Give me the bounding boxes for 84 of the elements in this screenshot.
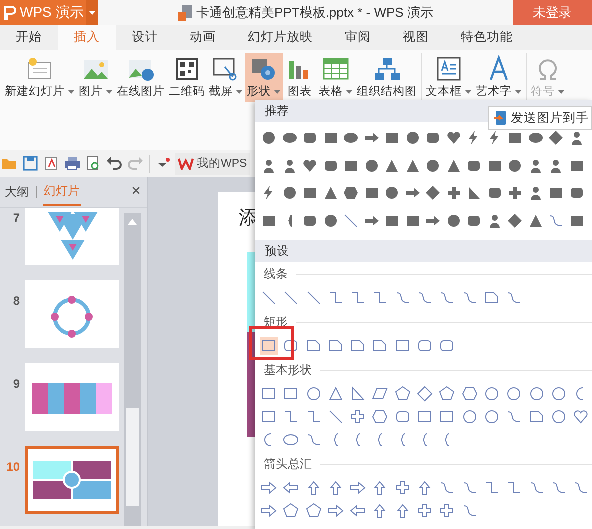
shape-icon[interactable]: [506, 212, 524, 230]
file-icon: [178, 4, 192, 20]
ribbon-tab[interactable]: 审阅: [329, 25, 387, 50]
wordart-button[interactable]: 艺术字: [474, 53, 524, 102]
shape-icon[interactable]: [438, 385, 456, 403]
shape-icon[interactable]: [547, 129, 565, 147]
ribbon-tab[interactable]: 设计: [116, 25, 174, 50]
shape-icon[interactable]: [304, 385, 323, 403]
shape-icon[interactable]: [394, 479, 412, 497]
shape-icon[interactable]: [349, 408, 368, 426]
shape-icon[interactable]: [282, 502, 300, 520]
ribbon-tab[interactable]: 动画: [174, 25, 232, 50]
shape-icon[interactable]: [460, 408, 479, 426]
shape-icon[interactable]: [342, 184, 360, 202]
shape-icon[interactable]: [304, 502, 323, 520]
ribbon-tab[interactable]: 开始: [0, 25, 58, 50]
slide-thumbnail[interactable]: [25, 446, 119, 514]
slide-number: 8: [12, 294, 20, 308]
shape-icon[interactable]: [349, 502, 368, 520]
phone-icon: [494, 110, 507, 126]
shape-icon[interactable]: [349, 479, 368, 497]
shape-icon[interactable]: [505, 385, 524, 403]
ribbon-tab[interactable]: 视图: [387, 25, 445, 50]
print-icon[interactable]: [63, 154, 82, 173]
shape-icon[interactable]: [260, 289, 278, 307]
shape-icon[interactable]: [416, 385, 434, 403]
close-button[interactable]: ×: [132, 183, 141, 201]
org-icon: [372, 55, 402, 83]
shape-icon[interactable]: [383, 184, 401, 202]
slide-number: 7: [12, 211, 20, 225]
shape-icon[interactable]: [550, 408, 568, 426]
shape-icon[interactable]: [304, 289, 323, 307]
category-label: 线条: [264, 266, 288, 283]
shape-icon[interactable]: [438, 502, 456, 520]
shape-icon[interactable]: [482, 385, 501, 403]
ribbon-tab[interactable]: 特色功能: [445, 25, 529, 50]
shape-icon[interactable]: [394, 385, 412, 403]
slide-thumbnail[interactable]: [25, 363, 119, 431]
picture-button[interactable]: 图片: [77, 53, 115, 102]
shape-icon[interactable]: [572, 408, 590, 426]
highlight-box: [249, 326, 294, 360]
screenshot-button[interactable]: 截屏: [207, 53, 245, 102]
slide-number: 10: [6, 460, 20, 474]
shape-icon[interactable]: [416, 502, 434, 520]
chart-button[interactable]: 图表: [283, 53, 317, 102]
qr-button[interactable]: 二维码: [167, 53, 207, 102]
online-picture-button[interactable]: 在线图片: [115, 53, 167, 102]
category-label: 基本形状: [264, 362, 312, 379]
shape-icon[interactable]: [460, 385, 479, 403]
slide-thumbnail[interactable]: [25, 280, 119, 348]
window-title: 卡通创意精美PPT模板.pptx * - WPS 演示: [196, 4, 434, 22]
shape-icon[interactable]: [326, 502, 345, 520]
slide-number: 9: [12, 377, 20, 391]
ribbon-tab[interactable]: 幻灯片放映: [232, 25, 329, 50]
org-button[interactable]: 组织结构图: [355, 53, 419, 102]
new-slide-button[interactable]: 新建幻灯片: [3, 53, 77, 102]
panel-tab[interactable]: 大纲: [4, 180, 30, 204]
wps-logo-icon: [178, 158, 194, 170]
shape-icon[interactable]: [260, 337, 278, 355]
shape-icon[interactable]: [260, 502, 278, 520]
send-picture-tooltip[interactable]: 发送图片到手: [488, 106, 592, 130]
shape-icon[interactable]: [506, 184, 524, 202]
wps-logo-icon: [4, 6, 16, 20]
shape-icon[interactable]: [260, 129, 278, 147]
scrollbar[interactable]: [124, 213, 141, 526]
shape-icon[interactable]: [342, 212, 360, 230]
scrollbar-thumb[interactable]: [126, 408, 139, 506]
section-header: 预设: [255, 240, 592, 262]
shape-icon[interactable]: [371, 408, 390, 426]
shape-icon[interactable]: [282, 479, 300, 497]
shape-icon[interactable]: [326, 385, 345, 403]
save-icon[interactable]: [21, 154, 40, 173]
shape-icon[interactable]: [326, 408, 345, 426]
shapes-button[interactable]: 形状: [245, 53, 283, 102]
shape-icon[interactable]: [528, 385, 546, 403]
shape-icon[interactable]: [550, 385, 568, 403]
my-wps-tab[interactable]: 我的WPS: [175, 152, 250, 174]
shape-icon[interactable]: [482, 408, 501, 426]
slide-thumbnail[interactable]: [25, 208, 119, 265]
shape-icon[interactable]: [424, 184, 442, 202]
caret-icon: [88, 10, 96, 14]
category-label: 箭头总汇: [264, 456, 312, 473]
shape-icon[interactable]: [260, 479, 278, 497]
textbox-button[interactable]: 文本框: [424, 53, 474, 102]
